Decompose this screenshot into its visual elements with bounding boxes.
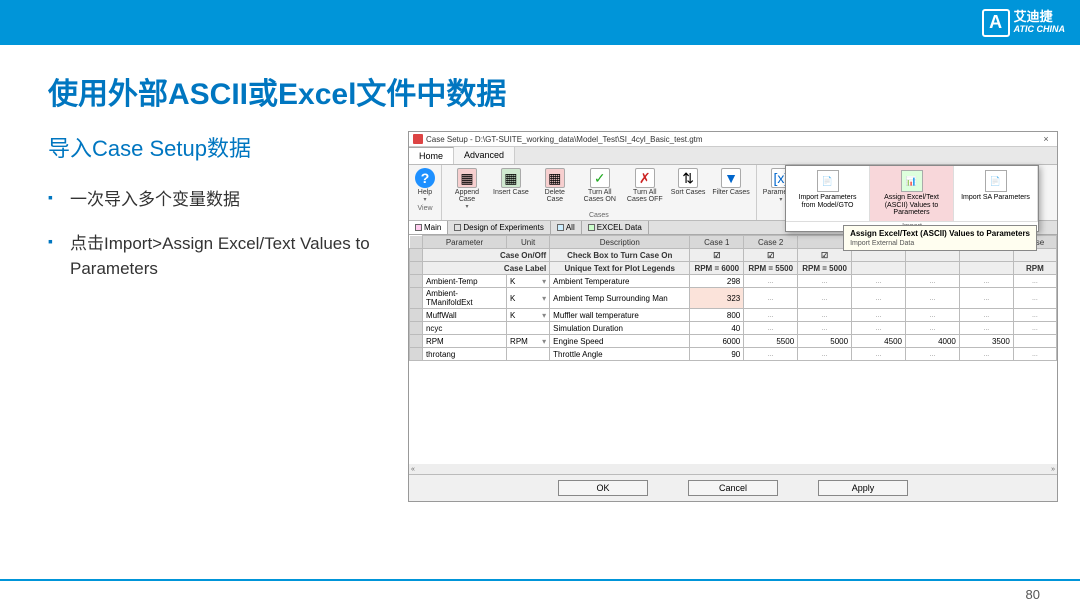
app-window: Case Setup - D:\GT-SUITE_working_data\Mo… (408, 131, 1058, 502)
sheet-main[interactable]: Main (409, 221, 448, 234)
cancel-button[interactable]: Cancel (688, 480, 778, 496)
assign-excel-button[interactable]: 📊Assign Excel/Text (ASCII) Values to Par… (870, 166, 954, 221)
bullet-item: 一次导入多个变量数据 (48, 187, 408, 213)
window-title: Case Setup - D:\GT-SUITE_working_data\Mo… (426, 135, 1036, 144)
import-sa-button[interactable]: 📄Import SA Parameters (954, 166, 1038, 221)
sheet-doe[interactable]: Design of Experiments (448, 221, 550, 234)
sort-button[interactable]: ⇅Sort Cases (669, 167, 708, 197)
slide-title: 使用外部ASCII或Excel文件中数据 (0, 45, 1080, 113)
header-bar: A 艾迪捷 ATIC CHINA (0, 0, 1080, 45)
slide-subtitle: 导入Case Setup数据 (48, 131, 408, 163)
scrollbar[interactable]: «» (409, 464, 1057, 474)
table-row[interactable]: MuffWallK ▾Muffler wall temperature800..… (410, 309, 1057, 322)
bullet-item: 点击Import>Assign Excel/Text Values to Par… (48, 231, 408, 282)
table-row[interactable]: ncycSimulation Duration40...............… (410, 322, 1057, 335)
group-cases: Cases (589, 212, 609, 219)
append-case-button[interactable]: ▦Append Case▾ (446, 167, 488, 211)
ribbon-tabs: Home Advanced (409, 147, 1057, 165)
app-icon (413, 134, 423, 144)
tooltip-title: Assign Excel/Text (ASCII) Values to Para… (850, 229, 1030, 238)
page-number: 80 (1026, 587, 1040, 602)
footer: 80 (0, 579, 1080, 607)
group-view: View (417, 205, 432, 212)
bullet-list: 一次导入多个变量数据 点击Import>Assign Excel/Text Va… (48, 187, 408, 282)
alloff-button[interactable]: ✗Turn All Cases OFF (624, 167, 666, 204)
sheet-all[interactable]: All (551, 221, 582, 234)
ok-button[interactable]: OK (558, 480, 648, 496)
titlebar: Case Setup - D:\GT-SUITE_working_data\Mo… (409, 132, 1057, 147)
ribbon: ?Help▾ View ▦Append Case▾ ▦Insert Case ▦… (409, 165, 1057, 221)
logo: A 艾迪捷 ATIC CHINA (982, 9, 1065, 37)
filter-button[interactable]: ▼Filter Cases (710, 167, 751, 197)
import-popup: 📄Import Parameters from Model/GTO 📊Assig… (785, 165, 1039, 232)
import-params-button[interactable]: 📄Import Parameters from Model/GTO (786, 166, 870, 221)
help-button[interactable]: ?Help▾ (413, 167, 437, 204)
apply-button[interactable]: Apply (818, 480, 908, 496)
table-row[interactable]: RPMRPM ▾Engine Speed60005500500045004000… (410, 335, 1057, 348)
grid-area: Parameter Unit Description Case 1 Case 2… (409, 235, 1057, 475)
tab-home[interactable]: Home (409, 147, 454, 164)
logo-en: ATIC CHINA (1014, 25, 1065, 35)
table-row[interactable]: throtangThrottle Angle90................… (410, 348, 1057, 361)
tab-advanced[interactable]: Advanced (454, 147, 515, 164)
dialog-buttons: OK Cancel Apply (409, 475, 1057, 501)
parameter-grid[interactable]: Parameter Unit Description Case 1 Case 2… (409, 235, 1057, 361)
delete-case-button[interactable]: ▦Delete Case (534, 167, 576, 204)
table-row[interactable]: Ambient-TempK ▾Ambient Temperature298...… (410, 275, 1057, 288)
sheet-excel[interactable]: EXCEL Data (582, 221, 649, 234)
insert-case-button[interactable]: ▦Insert Case (491, 167, 531, 197)
close-icon[interactable]: × (1039, 134, 1053, 144)
tooltip: Assign Excel/Text (ASCII) Values to Para… (843, 225, 1037, 251)
logo-cn: 艾迪捷 (1014, 10, 1065, 24)
tooltip-sub: Import External Data (850, 240, 1030, 247)
logo-icon: A (982, 9, 1010, 37)
allon-button[interactable]: ✓Turn All Cases ON (579, 167, 621, 204)
table-row[interactable]: Ambient-TManifoldExtK ▾Ambient Temp Surr… (410, 288, 1057, 309)
